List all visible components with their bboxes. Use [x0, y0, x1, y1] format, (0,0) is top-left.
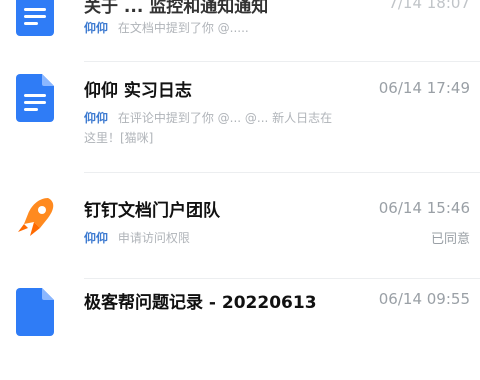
rocket-icon	[14, 192, 58, 240]
message-author: 仰仰	[84, 231, 109, 245]
message-list: 关于 ... 监控和通知通知 7/14 18:07 仰仰 在文档中提到了你 @.…	[0, 0, 480, 336]
message-title: 仰仰 实习日志	[84, 81, 192, 101]
message-preview: 仰仰 在评论中提到了你 @... @... 新人日志在 这里！[猫咪]	[84, 108, 464, 148]
message-title: 极客帮问题记录 - 20220613	[84, 293, 317, 313]
message-time: 7/14 18:07	[388, 0, 470, 12]
message-time: 06/14 15:46	[378, 199, 470, 217]
doc-icon	[16, 0, 54, 36]
divider	[84, 278, 480, 279]
message-time: 06/14 09:55	[378, 290, 470, 308]
list-item[interactable]: 仰仰 实习日志 06/14 17:49 仰仰 在评论中提到了你 @... @..…	[0, 62, 480, 173]
message-author: 仰仰	[84, 21, 109, 35]
list-item[interactable]: 关于 ... 监控和通知通知 7/14 18:07 仰仰 在文档中提到了你 @.…	[0, 0, 480, 62]
doc-icon	[16, 74, 54, 122]
message-preview: 仰仰 申请访问权限	[84, 228, 464, 248]
list-item[interactable]: 钉钉文档门户团队 06/14 15:46 仰仰 申请访问权限 已同意	[0, 182, 480, 279]
list-item[interactable]: 极客帮问题记录 - 20220613 06/14 09:55	[0, 284, 480, 380]
status-badge: 已同意	[430, 232, 470, 247]
message-preview-text: 在文档中提到了你 @.....	[117, 21, 249, 35]
message-title: 钉钉文档门户团队	[84, 201, 220, 221]
doc-icon	[16, 288, 54, 336]
divider	[84, 172, 480, 173]
message-preview-text: 在评论中提到了你 @... @... 新人日志在	[117, 111, 333, 125]
message-author: 仰仰	[84, 111, 109, 125]
message-preview-text: 申请访问权限	[117, 231, 190, 245]
message-preview: 仰仰 在文档中提到了你 @.....	[84, 18, 464, 38]
message-time: 06/14 17:49	[378, 79, 470, 97]
message-preview-text-2: 这里！[猫咪]	[84, 131, 154, 145]
message-title: 关于 ... 监控和通知通知	[84, 0, 269, 17]
